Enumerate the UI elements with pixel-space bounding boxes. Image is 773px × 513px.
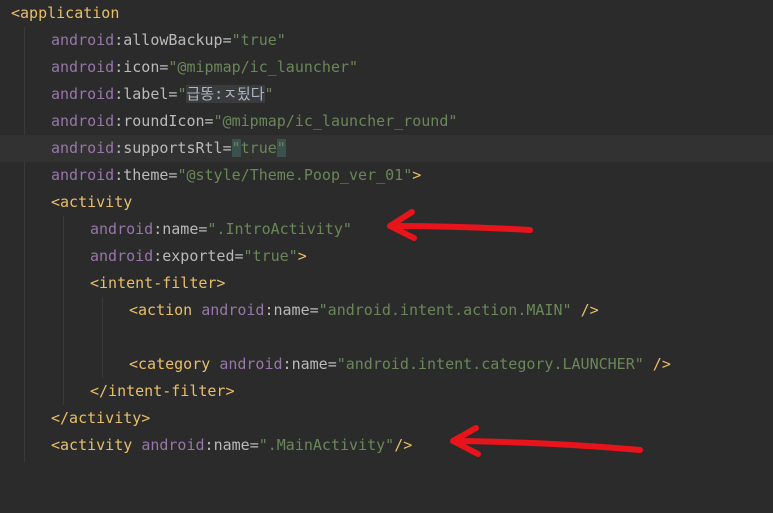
activity-close-tag: </activity>: [51, 409, 151, 427]
code-line-12[interactable]: <action android:name="android.intent.act…: [0, 297, 773, 324]
intent-filter-tag: <intent-filter>: [90, 274, 226, 292]
namespace-prefix: android: [51, 85, 115, 103]
namespace-prefix: android: [90, 220, 154, 238]
attribute-value: "true": [231, 31, 286, 49]
attribute-value: "true": [243, 247, 298, 265]
activity-tag: <activity: [51, 436, 133, 454]
code-line-11[interactable]: <intent-filter>: [0, 270, 773, 297]
activity-tag: <activity: [51, 193, 133, 211]
attribute-name: supportsRtl: [123, 139, 223, 157]
application-tag: <application: [11, 4, 120, 22]
attribute-name: roundIcon: [123, 112, 205, 130]
namespace-prefix: android: [51, 31, 115, 49]
attribute-value: "android.intent.action.MAIN": [318, 301, 572, 319]
namespace-prefix: android: [51, 112, 115, 130]
code-line-16[interactable]: </activity>: [0, 405, 773, 432]
code-line-8[interactable]: <activity: [0, 189, 773, 216]
quote: ": [264, 85, 274, 103]
attribute-name: theme: [123, 166, 169, 184]
code-editor[interactable]: <application android:allowBackup="true" …: [0, 0, 773, 462]
attribute-value: "@mipmap/ic_launcher_round": [213, 112, 458, 130]
code-line-10[interactable]: android:exported="true">: [0, 243, 773, 270]
code-line-9[interactable]: android:name=".IntroActivity": [0, 216, 773, 243]
namespace-prefix: android: [141, 436, 205, 454]
namespace-prefix: android: [90, 247, 154, 265]
code-line-17[interactable]: <activity android:name=".MainActivity"/>: [0, 432, 773, 459]
attribute-value: "android.intent.category.LAUNCHER": [336, 355, 644, 373]
code-line-7[interactable]: android:theme="@style/Theme.Poop_ver_01"…: [0, 162, 773, 189]
namespace-prefix: android: [51, 166, 115, 184]
intent-filter-close-tag: </intent-filter>: [90, 382, 235, 400]
attribute-value: "@mipmap/ic_launcher": [168, 58, 359, 76]
attribute-name: allowBackup: [123, 31, 223, 49]
tag-close: >: [412, 166, 422, 184]
code-line-1[interactable]: <application: [0, 0, 773, 27]
tag-close: >: [297, 247, 307, 265]
attribute-value: ".IntroActivity": [207, 220, 352, 238]
code-line-3[interactable]: android:icon="@mipmap/ic_launcher": [0, 54, 773, 81]
matched-quote: ": [231, 139, 241, 157]
attribute-value: ".MainActivity": [258, 436, 395, 454]
attribute-value: "@style/Theme.Poop_ver_01": [177, 166, 413, 184]
namespace-prefix: android: [51, 58, 115, 76]
action-tag: <action: [129, 301, 193, 319]
attribute-value: true: [240, 139, 277, 157]
category-tag: <category: [129, 355, 211, 373]
code-line-4[interactable]: android:label="급똥:ㅈ됬다": [0, 81, 773, 108]
tag-close: />: [652, 355, 671, 373]
attribute-name: icon: [123, 58, 160, 76]
code-line-13-empty[interactable]: [0, 324, 773, 351]
attribute-name: name: [273, 301, 310, 319]
code-line-6-current[interactable]: android:supportsRtl="true": [0, 135, 773, 162]
matched-quote: ": [276, 139, 286, 157]
attribute-name: name: [162, 220, 199, 238]
code-line-2[interactable]: android:allowBackup="true": [0, 27, 773, 54]
code-line-5[interactable]: android:roundIcon="@mipmap/ic_launcher_r…: [0, 108, 773, 135]
attribute-name: exported: [162, 247, 235, 265]
attribute-name: name: [291, 355, 328, 373]
code-line-14[interactable]: <category android:name="android.intent.c…: [0, 351, 773, 378]
attribute-name: name: [213, 436, 250, 454]
tag-close: />: [580, 301, 599, 319]
code-line-15[interactable]: </intent-filter>: [0, 378, 773, 405]
namespace-prefix: android: [219, 355, 283, 373]
folded-string-resource[interactable]: 급똥:ㅈ됬다: [186, 85, 265, 103]
namespace-prefix: android: [51, 139, 115, 157]
namespace-prefix: android: [201, 301, 265, 319]
attribute-name: label: [123, 85, 169, 103]
tag-close: />: [394, 436, 413, 454]
